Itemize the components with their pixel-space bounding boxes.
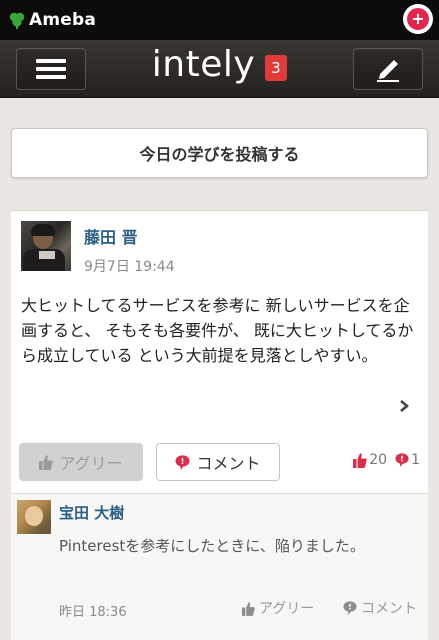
post-text: 大ヒットしてるサービスを参考に 新しいサービスを企画すると、 そもそも各要件が、… [21,296,414,365]
comment-text: Pinterestを参考にしたときに、陥りました。 [59,537,365,555]
commenter-name[interactable]: 宝田 大樹 [59,502,124,523]
agree-count: 20 [353,452,387,468]
comment-agree-button[interactable]: アグリー [242,598,314,618]
comment-time: 昨日 18:36 [59,605,127,620]
ameba-bar: Ameba + [0,0,439,40]
plus-circle-icon[interactable]: + [403,4,433,34]
app-header: intely 3 [0,40,439,98]
notification-badge[interactable]: 3 [265,54,288,81]
ameba-logo[interactable]: Ameba [8,10,96,30]
reaction-counts: 20 1 [345,452,420,468]
post-today-learning-button[interactable]: 今日の学びを投稿する [11,128,428,178]
commenter-avatar[interactable] [17,500,51,534]
compose-button[interactable] [353,48,423,90]
comment-count: 1 [395,452,420,468]
agree-label: アグリー [59,454,123,473]
post-date: 9月7日 19:44 [84,259,175,275]
comment-item: 宝田 大樹 Pinterestを参考にしたときに、陥りました。 昨日 18:36… [11,493,428,640]
app-title: intely [151,44,256,85]
plus-icon: + [407,8,429,30]
pencil-icon [377,60,399,82]
thumbs-up-icon [39,455,54,470]
comment-bubble-icon [343,601,357,615]
thumbs-up-icon [353,453,367,468]
ameba-brand: Ameba [29,10,97,30]
avatar[interactable] [21,221,71,271]
thumbs-up-icon [242,601,255,616]
agree-button[interactable]: アグリー [19,443,143,481]
post-card: 藤田 晋 9月7日 19:44 大ヒットしてるサービスを参考に 新しいサービスを… [11,210,428,640]
comment-bubble-icon [175,454,190,470]
comment-reply-button[interactable]: コメント [343,598,417,618]
chevron-right-icon[interactable] [398,399,410,413]
author-name[interactable]: 藤田 晋 [84,224,138,248]
ameba-leaf-icon [9,12,25,29]
comment-button[interactable]: コメント [156,443,280,481]
comment-label: コメント [196,454,261,473]
comment-bubble-icon [395,453,409,467]
